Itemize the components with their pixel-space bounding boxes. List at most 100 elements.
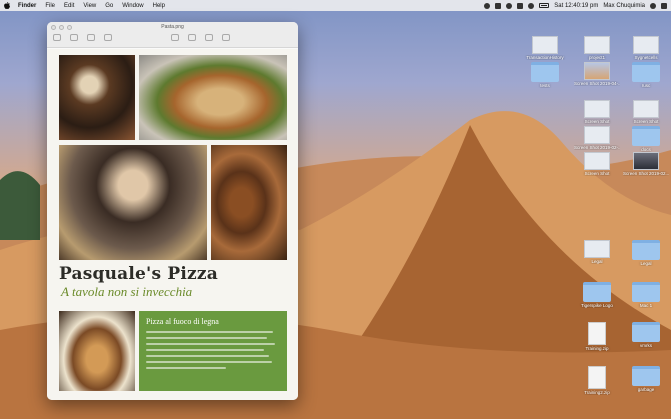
zoom-in-icon[interactable] <box>87 34 95 41</box>
pizza-slices-photo <box>211 145 287 260</box>
desktop-icon[interactable]: Screen Shot <box>574 152 620 176</box>
folder-icon <box>632 62 660 82</box>
screenshot-file-icon <box>532 36 558 54</box>
desktop-icon[interactable]: Training.zip <box>574 322 620 351</box>
poster-box-title: Pizza al fuoco di legna <box>146 317 219 326</box>
menu-edit[interactable]: Edit <box>64 3 74 9</box>
desktop-icon[interactable]: Legal <box>574 240 620 264</box>
record-icon[interactable] <box>484 2 491 9</box>
desktop-icon[interactable]: Screen Shot 2019-02... <box>623 152 669 176</box>
desktop-icon-label: garbage <box>637 387 655 392</box>
poster-page: Pasquale's Pizza A tavola non si invecch… <box>47 49 298 400</box>
desktop-icon-label: Legal <box>640 261 652 266</box>
body-text-line <box>146 331 274 333</box>
poster-text-box: Pizza al fuoco di legna <box>139 311 287 391</box>
desktop-icon[interactable]: Legal <box>623 240 669 266</box>
woman-eating-pizza-photo <box>59 145 207 260</box>
menu-window[interactable]: Window <box>122 3 143 9</box>
desktop-icon[interactable]: project1 <box>574 36 620 60</box>
desktop-icon[interactable]: Mac 1 <box>623 282 669 308</box>
wood-oven-pizza-photo <box>59 311 135 391</box>
menu-file[interactable]: File <box>45 3 55 9</box>
body-text-line <box>146 367 227 369</box>
zoom-out-icon[interactable] <box>70 34 78 41</box>
desktop-icon-label: Screen Shot 2019-02-... <box>574 145 620 150</box>
desktop-icon[interactable]: Screen Shot 2019-04-... <box>574 62 620 86</box>
desktop-icon-label: tests <box>540 83 550 88</box>
zip-file-icon <box>588 366 606 389</box>
folder-icon <box>632 322 660 342</box>
desktop-icon[interactable]: TransactionHistory <box>522 36 568 60</box>
screenshot-file-icon <box>584 36 610 54</box>
search-icon[interactable] <box>222 34 230 41</box>
screenshot-file-icon <box>584 152 610 170</box>
folder-icon <box>583 282 611 302</box>
screenshot-file-icon <box>584 100 610 118</box>
desktop-icon-label: TransactionHistory <box>526 55 564 60</box>
desktop-icon[interactable]: Screen Shot <box>574 100 620 124</box>
desktop-icon[interactable]: Screen Shot 2019-02-... <box>574 126 620 150</box>
folder-icon <box>531 62 559 82</box>
desktop-icon[interactable]: Sygnetcells <box>623 36 669 60</box>
body-text-line <box>146 343 275 345</box>
wifi-icon[interactable] <box>528 2 535 9</box>
desktop-icon[interactable]: rusc <box>623 62 669 88</box>
desktop-icon-label: Training.zip <box>585 346 609 351</box>
folder-icon <box>632 282 660 302</box>
preview-window: Pasta.png Pasquale's Pizza A tavola non … <box>47 22 298 400</box>
desktop-icon[interactable]: docs <box>623 126 669 152</box>
bluetooth-icon[interactable] <box>517 2 524 9</box>
desktop-icon-label: Screen Shot 2019-04-... <box>574 81 620 86</box>
menu-extras: Sat 12:40:19 pm Max Chuquimia <box>484 2 667 9</box>
desktop-icon[interactable]: tests <box>522 62 568 88</box>
desktop-icon-label: project1 <box>588 55 605 60</box>
display-icon[interactable] <box>495 2 502 9</box>
screenshot-file-icon <box>584 62 610 80</box>
menu-app-finder[interactable]: Finder <box>18 3 36 9</box>
apple-menu-icon[interactable] <box>4 2 10 9</box>
menu-bar: Finder File Edit View Go Window Help Sat… <box>0 0 671 11</box>
menu-user[interactable]: Max Chuquimia <box>603 3 645 9</box>
body-text-line <box>146 355 270 357</box>
desktop-icon[interactable]: Screen Shot <box>623 100 669 124</box>
spotlight-icon[interactable] <box>650 2 656 9</box>
folder-icon <box>632 366 660 386</box>
desktop-icon-label: Legal <box>591 259 603 264</box>
desktop-icon-label: Mac 1 <box>639 303 653 308</box>
desktop-icon-label: vmrks <box>640 343 652 348</box>
desktop-icon[interactable]: garbage <box>623 366 669 392</box>
sidebar-toggle-icon[interactable] <box>53 34 61 41</box>
screenshot-file-icon <box>584 240 610 258</box>
desktop-icon-label: Screen Shot <box>584 119 610 124</box>
preview-toolbar <box>53 34 292 41</box>
desktop-icon-label: Screen Shot <box>633 119 659 124</box>
battery-icon[interactable] <box>539 3 550 8</box>
desktop-icon-label: Training2.zip <box>584 390 610 395</box>
body-text-line <box>146 337 267 339</box>
menu-go[interactable]: Go <box>105 3 113 9</box>
rotate-icon[interactable] <box>188 34 196 41</box>
share-icon[interactable] <box>104 34 112 41</box>
body-text-line <box>146 349 264 351</box>
notification-center-icon[interactable] <box>661 2 667 9</box>
menu-view[interactable]: View <box>83 3 96 9</box>
pizza-arugula-photo <box>139 55 287 140</box>
window-titlebar[interactable]: Pasta.png <box>47 22 298 48</box>
screenshot-file-icon <box>633 100 659 118</box>
markup-toolbar-icon[interactable] <box>205 34 213 41</box>
desktop-icon[interactable]: Training2.zip <box>574 366 620 395</box>
desktop-icon[interactable]: vmrks <box>623 322 669 348</box>
desktop-icon-label: Screen Shot <box>584 171 610 176</box>
desktop-icon[interactable]: Tigerspike Logo <box>574 282 620 308</box>
folder-icon <box>632 126 660 146</box>
poster-tagline: A tavola non si invecchia <box>61 284 193 299</box>
menu-help[interactable]: Help <box>153 3 165 9</box>
screenshot-file-icon <box>633 152 659 170</box>
poster-headline: Pasquale's Pizza <box>59 264 218 284</box>
screenshot-file-icon <box>633 36 659 54</box>
desktop-icon-label: Screen Shot 2019-02... <box>623 171 669 176</box>
folder-icon <box>632 240 660 260</box>
menu-clock[interactable]: Sat 12:40:19 pm <box>554 3 598 9</box>
sync-icon[interactable] <box>506 2 513 9</box>
markup-pen-icon[interactable] <box>171 34 179 41</box>
